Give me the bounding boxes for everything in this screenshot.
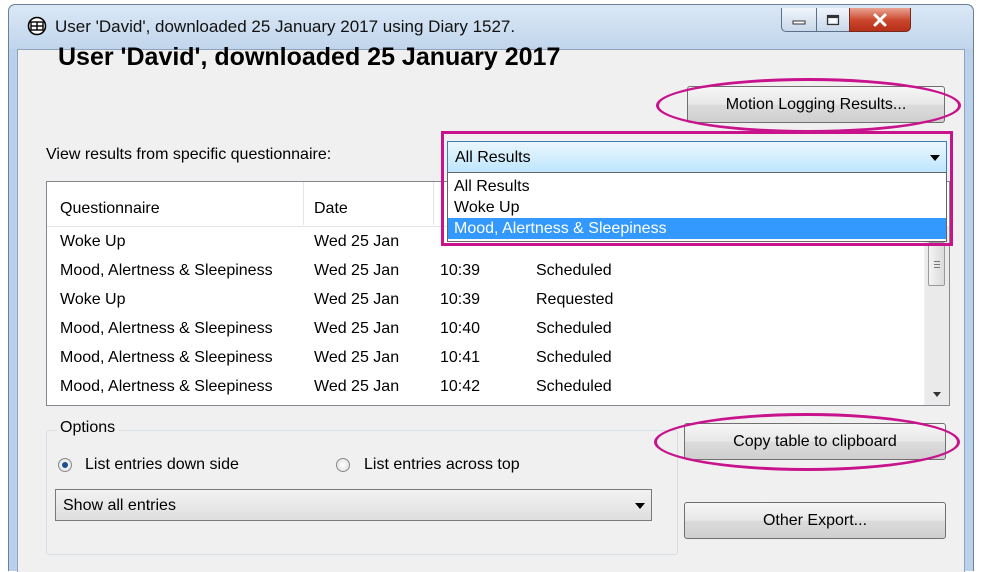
cell-time: 10:42 <box>440 378 481 395</box>
table-vertical-scrollbar[interactable] <box>924 226 949 405</box>
cell-time: 10:39 <box>440 262 481 279</box>
cell-type: Scheduled <box>536 320 612 337</box>
table-row[interactable]: Mood, Alertness & Sleepiness Wed 25 Jan … <box>47 257 917 286</box>
table-row[interactable]: Mood, Alertness & Sleepiness Wed 25 Jan … <box>47 373 917 402</box>
questionnaire-filter-label: View results from specific questionnaire… <box>46 146 332 163</box>
table-row[interactable]: Mood, Alertness & Sleepiness Wed 25 Jan … <box>47 344 917 373</box>
grip-line <box>934 264 940 265</box>
entries-filter-value: Show all entries <box>63 497 176 514</box>
column-header-date[interactable]: Date <box>314 200 348 218</box>
cell-time: 10:39 <box>440 291 481 308</box>
scroll-down-arrow-icon[interactable] <box>933 392 941 397</box>
radio-list-across-top[interactable] <box>336 458 350 472</box>
table-row[interactable]: Mood, Alertness & Sleepiness Wed 25 Jan … <box>47 315 917 344</box>
cell-questionnaire: Mood, Alertness & Sleepiness <box>60 320 273 337</box>
radio-list-down-side-label[interactable]: List entries down side <box>85 456 239 474</box>
minimize-button[interactable] <box>781 8 817 32</box>
cell-type: Scheduled <box>536 262 612 279</box>
cell-questionnaire: Mood, Alertness & Sleepiness <box>60 378 273 395</box>
minimize-icon <box>792 20 806 24</box>
maximize-button[interactable] <box>816 8 850 32</box>
cell-date: Wed 25 Jan <box>314 262 400 279</box>
annotation-rect-dropdown <box>441 131 953 246</box>
chevron-down-icon <box>635 503 645 509</box>
cell-questionnaire: Mood, Alertness & Sleepiness <box>60 349 273 366</box>
cell-questionnaire: Woke Up <box>60 291 126 308</box>
cell-date: Wed 25 Jan <box>314 320 400 337</box>
close-button[interactable] <box>849 8 911 32</box>
grip-line <box>934 267 940 268</box>
cell-time: 10:40 <box>440 320 481 337</box>
entries-filter-select[interactable]: Show all entries <box>55 489 652 521</box>
radio-list-across-top-label[interactable]: List entries across top <box>364 456 520 474</box>
cell-type: Scheduled <box>536 349 612 366</box>
column-divider[interactable] <box>303 182 304 225</box>
table-row[interactable]: Woke Up Wed 25 Jan 10:39 Requested <box>47 286 917 315</box>
page-title: User 'David', downloaded 25 January 2017 <box>58 43 561 71</box>
other-export-button[interactable]: Other Export... <box>684 502 946 539</box>
cell-date: Wed 25 Jan <box>314 291 400 308</box>
grip-line <box>934 261 940 262</box>
annotation-ellipse-motion <box>656 78 961 133</box>
cell-questionnaire: Woke Up <box>60 233 126 250</box>
radio-list-down-side[interactable] <box>58 458 72 472</box>
window-title: User 'David', downloaded 25 January 2017… <box>55 17 516 36</box>
cell-type: Scheduled <box>536 378 612 395</box>
app-icon <box>27 16 47 36</box>
maximize-icon <box>826 14 840 25</box>
scrollbar-thumb[interactable] <box>928 242 945 286</box>
cell-time: 10:41 <box>440 349 481 366</box>
cell-type: Requested <box>536 291 614 308</box>
cell-questionnaire: Mood, Alertness & Sleepiness <box>60 262 273 279</box>
column-header-questionnaire[interactable]: Questionnaire <box>60 200 160 218</box>
close-icon <box>873 13 887 26</box>
options-group-title: Options <box>57 419 119 437</box>
cell-date: Wed 25 Jan <box>314 378 400 395</box>
cell-date: Wed 25 Jan <box>314 233 400 250</box>
annotation-ellipse-copy <box>654 413 960 471</box>
cell-date: Wed 25 Jan <box>314 349 400 366</box>
column-divider[interactable] <box>433 182 434 225</box>
